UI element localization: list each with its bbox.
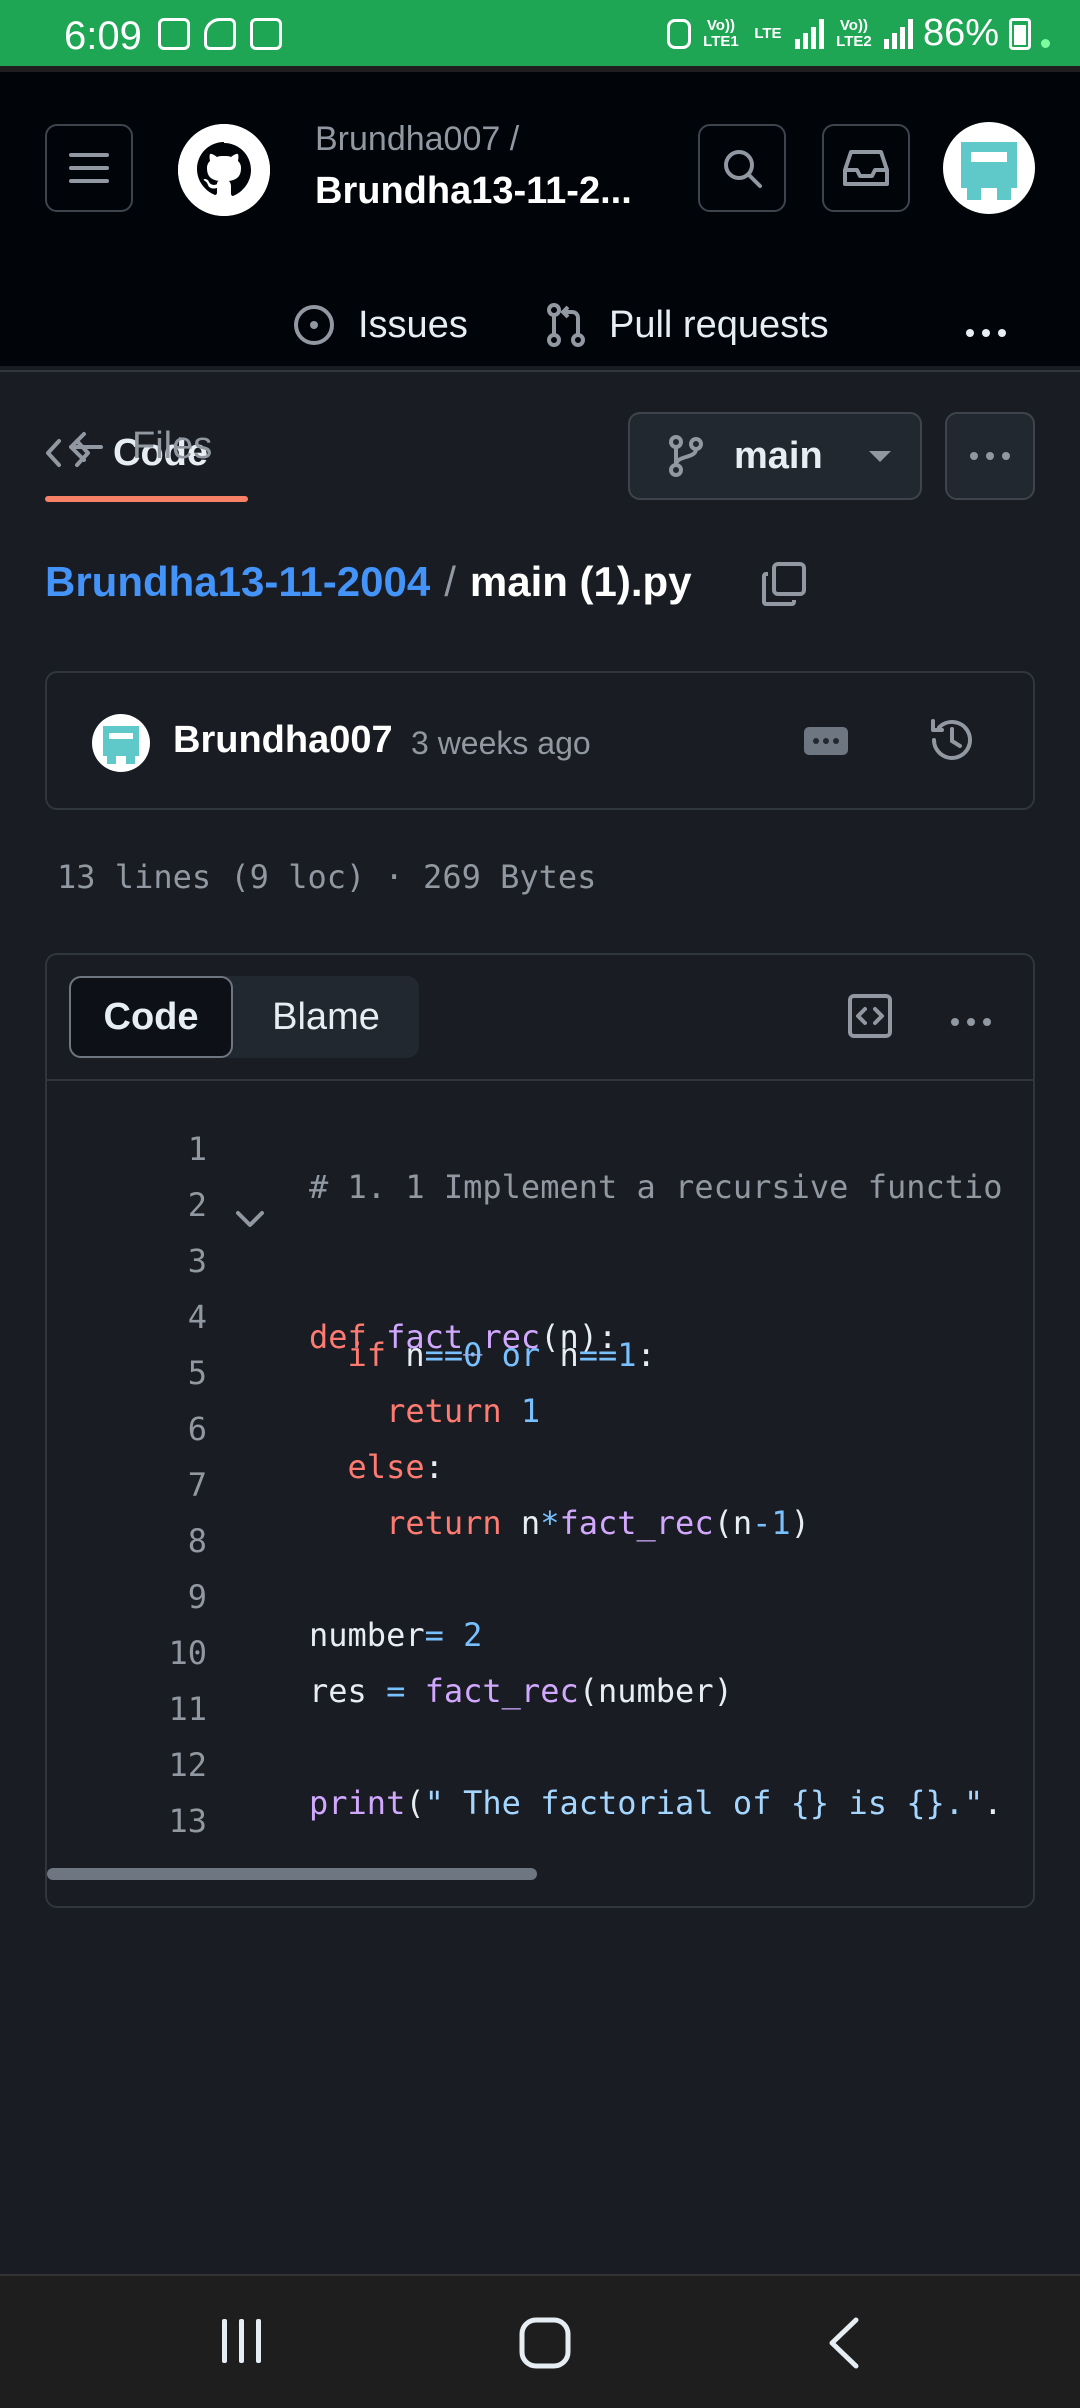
history-button[interactable]	[927, 715, 977, 770]
tab-pull-requests-label: Pull requests	[609, 303, 829, 346]
system-nav-bar	[0, 2274, 1080, 2408]
hamburger-icon	[69, 153, 109, 183]
more-horizontal-icon	[947, 1013, 995, 1030]
horizontal-scrollbar[interactable]	[47, 1868, 537, 1880]
tabs-more-button[interactable]	[962, 278, 1010, 372]
breadcrumb: Brundha13-11-2004 / main (1).py	[45, 558, 692, 606]
blame-view-button[interactable]: Blame	[233, 976, 419, 1058]
file-info: 13 lines (9 loc) · 269 Bytes	[57, 858, 597, 896]
battery-icon	[1009, 17, 1031, 50]
branch-selector[interactable]: main	[628, 412, 922, 500]
status-bar: 6:09 Vo)) LTE1 LTE Vo)) LTE2 86%	[0, 0, 1080, 66]
code-line: 5 return 1	[47, 1307, 1033, 1430]
code-line: 8	[47, 1475, 1033, 1560]
breadcrumb-repo-link[interactable]: Brundha13-11-2004	[45, 558, 430, 606]
code-line: 10 res = fact_rec(number)	[47, 1587, 1033, 1710]
file-code-icon	[848, 994, 892, 1038]
repo-owner[interactable]: Brundha007 /	[315, 120, 519, 159]
code-viewer-header: Code Blame	[47, 955, 1033, 1081]
menu-button[interactable]	[45, 124, 133, 212]
missed-call-icon	[204, 18, 236, 50]
back-to-files-button[interactable]: Files	[68, 425, 212, 468]
issue-icon	[294, 305, 334, 345]
signal-1-icon	[794, 18, 824, 49]
search-icon	[724, 150, 762, 188]
copy-path-button[interactable]	[760, 560, 808, 613]
code-line: 12 print(" The factorial of {} is {}.".	[47, 1699, 1033, 1822]
tab-pull-requests[interactable]: Pull requests	[545, 278, 829, 372]
breadcrumb-separator: /	[444, 558, 456, 605]
status-time: 6:09	[64, 14, 142, 58]
code-line: 4 if n==0 or n==1:	[47, 1251, 1033, 1374]
more-horizontal-icon	[966, 447, 1014, 465]
view-mode-toggle: Code Blame	[69, 976, 419, 1058]
branch-name: main	[734, 434, 823, 477]
sync-icon	[666, 18, 691, 49]
commit-author[interactable]: Brundha007	[173, 719, 393, 762]
tab-issues-label: Issues	[358, 303, 468, 346]
ellipsis-icon	[813, 738, 819, 744]
inbox-icon	[843, 150, 889, 186]
breadcrumb-file-name: main (1).py	[469, 558, 692, 605]
active-tab-underline	[45, 496, 248, 502]
viewer-more-button[interactable]	[947, 1013, 995, 1031]
lte2-label: Vo)) LTE2	[836, 16, 872, 50]
chevron-down-icon	[868, 450, 891, 462]
more-horizontal-icon	[962, 304, 1010, 347]
user-avatar[interactable]	[943, 122, 1035, 214]
code-line: 1 # 1. 1 Implement a recursive functio	[47, 1083, 1033, 1206]
repo-name[interactable]: Brundha13-11-2...	[315, 170, 632, 213]
search-button[interactable]	[698, 124, 786, 212]
pull-request-icon	[547, 303, 585, 347]
code-line: 11	[47, 1643, 1033, 1728]
arrow-left-icon	[69, 431, 103, 462]
gallery-notification-icon	[158, 18, 190, 50]
code-line: 13	[47, 1755, 1033, 1840]
code-line: 3 def fact_rec(n):	[47, 1195, 1033, 1356]
copy-icon	[762, 562, 806, 606]
indicator-dot	[1041, 39, 1050, 48]
code-line: 9 number= 2	[47, 1531, 1033, 1654]
app-header: Brundha007 / Brundha13-11-2... Code Issu…	[0, 66, 1080, 502]
inbox-button[interactable]	[822, 124, 910, 212]
raw-view-button[interactable]	[847, 993, 893, 1044]
checkbox-notification-icon	[250, 18, 282, 50]
code-line: 7 return n*fact_rec(n-1)	[47, 1419, 1033, 1542]
battery-percent: 86%	[922, 12, 999, 54]
back-to-files-label: Files	[132, 425, 213, 467]
code-line: 6 else:	[47, 1363, 1033, 1486]
tab-issues[interactable]: Issues	[292, 278, 468, 372]
commit-message-toggle[interactable]	[804, 727, 848, 755]
signal-2-icon	[883, 18, 913, 49]
github-logo-icon[interactable]	[178, 124, 270, 216]
lte-label: LTE	[754, 24, 782, 42]
lte1-label: Vo)) LTE1	[703, 16, 739, 50]
back-icon[interactable]	[826, 2316, 862, 2370]
home-icon[interactable]	[518, 2316, 572, 2370]
git-branch-icon	[669, 435, 703, 477]
code-viewer: Code Blame 1 # 1. 1 Implement a recursiv…	[45, 953, 1035, 1908]
recent-apps-icon[interactable]	[218, 2316, 266, 2366]
line-number[interactable]: 13	[47, 1793, 207, 1849]
code-line: 2	[47, 1139, 1033, 1224]
code-view-button[interactable]: Code	[69, 976, 233, 1058]
latest-commit-box: Brundha007 3 weeks ago	[45, 671, 1035, 810]
commit-time: 3 weeks ago	[411, 725, 591, 761]
file-more-button[interactable]	[945, 412, 1035, 500]
fold-chevron-icon[interactable]	[235, 1209, 265, 1229]
history-icon	[931, 719, 972, 760]
author-avatar[interactable]	[92, 714, 150, 772]
repo-tabs: Code Issues Pull requests	[0, 278, 1080, 502]
